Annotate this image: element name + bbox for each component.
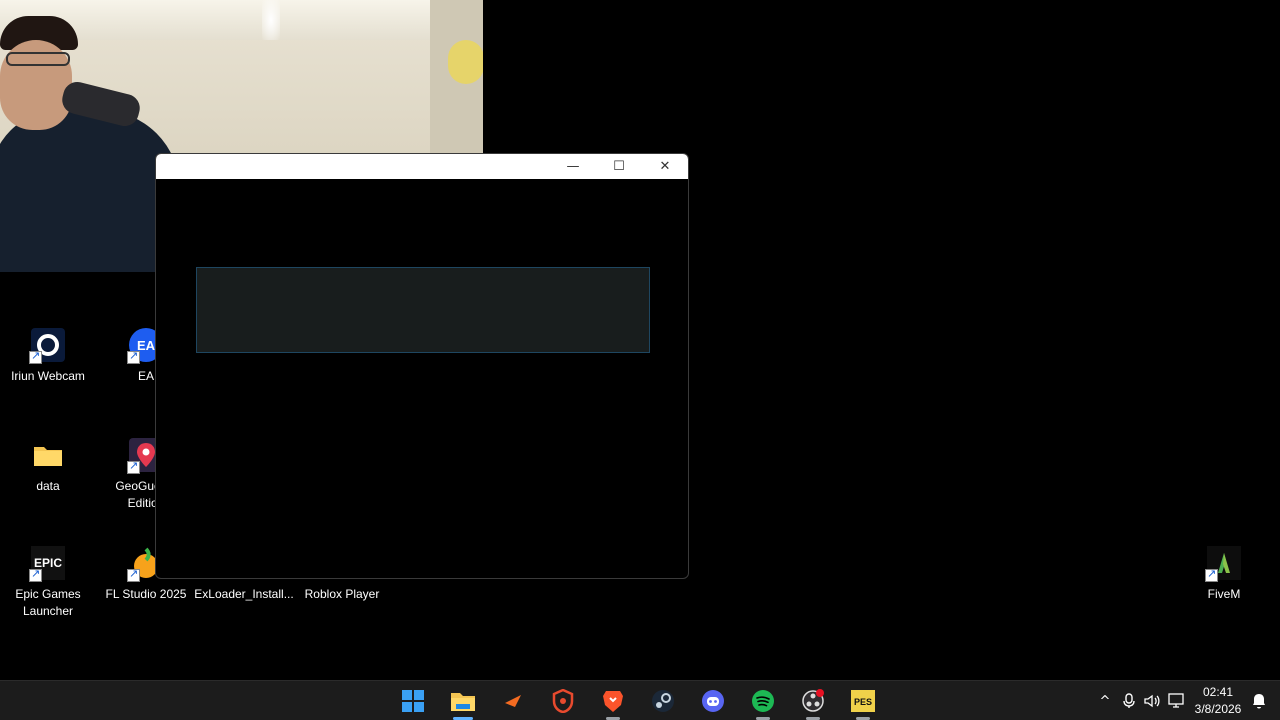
taskbar-discord[interactable] [693, 685, 733, 717]
desktop-icon-epic-games[interactable]: EPIC Epic Games Launcher [0, 546, 96, 620]
window-titlebar[interactable]: — ☐ ✕ [156, 154, 688, 179]
microphone-icon[interactable] [1120, 681, 1138, 720]
desktop-icon-data[interactable]: data [0, 438, 96, 495]
close-button[interactable]: ✕ [642, 154, 688, 179]
window-content-panel [196, 267, 650, 353]
notification-bell-icon[interactable] [1250, 681, 1268, 720]
ceiling-light [262, 0, 280, 40]
taskbar-spotify[interactable] [743, 685, 783, 720]
desktop-icon-label: Roblox Player [304, 587, 380, 601]
desktop-icon-iriun-webcam[interactable]: Iriun Webcam [0, 328, 96, 385]
clock[interactable]: 02:41 3/8/2026 [1188, 684, 1248, 718]
obs-icon [802, 689, 824, 712]
maximize-button[interactable]: ☐ [596, 154, 642, 179]
desktop-icon-label: EA [137, 369, 154, 383]
clock-date: 3/8/2026 [1194, 702, 1242, 716]
taskbar-shield-app[interactable] [543, 685, 583, 717]
svg-text:PES: PES [854, 697, 872, 707]
shield-icon [552, 689, 574, 713]
taskbar: PES ^ 02:41 3/8/2026 [0, 680, 1280, 720]
desktop-icon-label: FL Studio 2025 [105, 587, 187, 601]
folder-icon [31, 438, 65, 472]
desktop-icon-label: data [36, 479, 60, 493]
desktop-icon-fivem[interactable]: FiveM [1176, 546, 1272, 603]
network-icon[interactable] [1166, 681, 1188, 720]
taskbar-pes[interactable]: PES [843, 685, 883, 720]
steam-icon [652, 690, 674, 712]
orange-arrow-icon [505, 695, 521, 707]
discord-icon [702, 690, 724, 712]
windows-logo-icon [402, 690, 424, 712]
minimize-button[interactable]: — [550, 154, 596, 179]
folder-icon [451, 693, 475, 711]
desktop-icon-label: Epic Games Launcher [15, 587, 81, 618]
taskbar-brave[interactable] [593, 685, 633, 720]
taskbar-obs[interactable] [793, 685, 833, 720]
tray-overflow-chevron[interactable]: ^ [1096, 681, 1114, 720]
person-left [0, 110, 180, 272]
taskbar-arrow-app[interactable] [493, 685, 533, 717]
fivem-icon [1205, 546, 1241, 582]
taskbar-steam[interactable] [643, 685, 683, 717]
app-window[interactable]: — ☐ ✕ [155, 153, 689, 579]
clock-time: 02:41 [1202, 685, 1234, 699]
taskbar-file-explorer[interactable] [443, 685, 483, 720]
epic-games-icon: EPIC [29, 546, 65, 582]
yellow-bag [448, 40, 483, 84]
glasses [6, 52, 70, 66]
speaker-icon[interactable] [1142, 681, 1162, 720]
brave-lion-icon [603, 691, 623, 712]
desktop-icon-label: Iriun Webcam [11, 369, 85, 383]
iriun-webcam-icon [29, 328, 65, 364]
pes-icon: PES [851, 690, 875, 712]
desktop-icon-label: FiveM [1207, 587, 1241, 601]
desktop-icon-label: ExLoader_Install... [194, 587, 294, 601]
spotify-icon [752, 690, 774, 712]
start-button[interactable] [393, 685, 433, 717]
